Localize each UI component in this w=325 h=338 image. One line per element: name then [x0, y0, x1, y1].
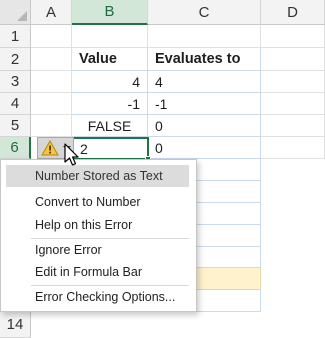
- error-checking-menu: Number Stored as Text Convert to Number …: [0, 159, 197, 312]
- cell-a5[interactable]: [31, 115, 72, 137]
- table-header-evaluates-to[interactable]: Evaluates to: [148, 48, 261, 71]
- menu-header-number-stored-as-text: Number Stored as Text: [6, 165, 189, 187]
- select-all-corner[interactable]: [0, 0, 31, 25]
- table-cell-value[interactable]: FALSE: [72, 115, 148, 137]
- menu-item-edit-in-formula-bar[interactable]: Edit in Formula Bar: [6, 261, 189, 283]
- menu-item-error-checking-options[interactable]: Error Checking Options...: [6, 286, 189, 308]
- table-cell-empty[interactable]: [197, 290, 261, 312]
- table-cell-value[interactable]: -1: [72, 93, 148, 115]
- column-header-b[interactable]: B: [72, 0, 148, 25]
- cell-a3[interactable]: [31, 71, 72, 93]
- table-cell-evaluates[interactable]: 4: [148, 71, 261, 93]
- cell-d1[interactable]: [261, 25, 325, 48]
- highlighted-cell[interactable]: [197, 268, 261, 290]
- menu-item-ignore-error[interactable]: Ignore Error: [6, 239, 189, 261]
- row-header-1[interactable]: 1: [0, 25, 31, 48]
- table-cell-evaluates[interactable]: 0: [148, 137, 261, 159]
- row-header-4[interactable]: 4: [0, 93, 31, 115]
- cell-a2[interactable]: [31, 48, 72, 71]
- row-header-2[interactable]: 2: [0, 48, 31, 71]
- menu-item-help-on-this-error[interactable]: Help on this Error: [6, 214, 189, 236]
- cell-d2[interactable]: [261, 48, 325, 71]
- warning-icon: [41, 140, 59, 156]
- table-cell-value[interactable]: 4: [72, 71, 148, 93]
- row-header-14[interactable]: 14: [0, 312, 31, 338]
- cell-b1[interactable]: [72, 25, 148, 48]
- cell-d3[interactable]: [261, 71, 325, 93]
- table-cell-evaluates[interactable]: 0: [148, 115, 261, 137]
- cell-d4[interactable]: [261, 93, 325, 115]
- row-header-5[interactable]: 5: [0, 115, 31, 137]
- cell-d6[interactable]: [261, 137, 325, 159]
- mouse-cursor-icon: [64, 143, 79, 166]
- cell-c1[interactable]: [148, 25, 261, 48]
- cell-d5[interactable]: [261, 115, 325, 137]
- table-cell-evaluates[interactable]: -1: [148, 93, 261, 115]
- sheet-area: [261, 159, 325, 312]
- active-cell-b6[interactable]: 2: [72, 137, 149, 160]
- cell-a4[interactable]: [31, 93, 72, 115]
- table-header-value[interactable]: Value: [72, 48, 148, 71]
- column-header-a[interactable]: A: [31, 0, 72, 25]
- menu-item-convert-to-number[interactable]: Convert to Number: [6, 191, 189, 213]
- cell-a1[interactable]: [31, 25, 72, 48]
- column-header-d[interactable]: D: [261, 0, 325, 25]
- row-header-6[interactable]: 6: [0, 137, 31, 159]
- column-header-c[interactable]: C: [148, 0, 261, 25]
- row-header-3[interactable]: 3: [0, 71, 31, 93]
